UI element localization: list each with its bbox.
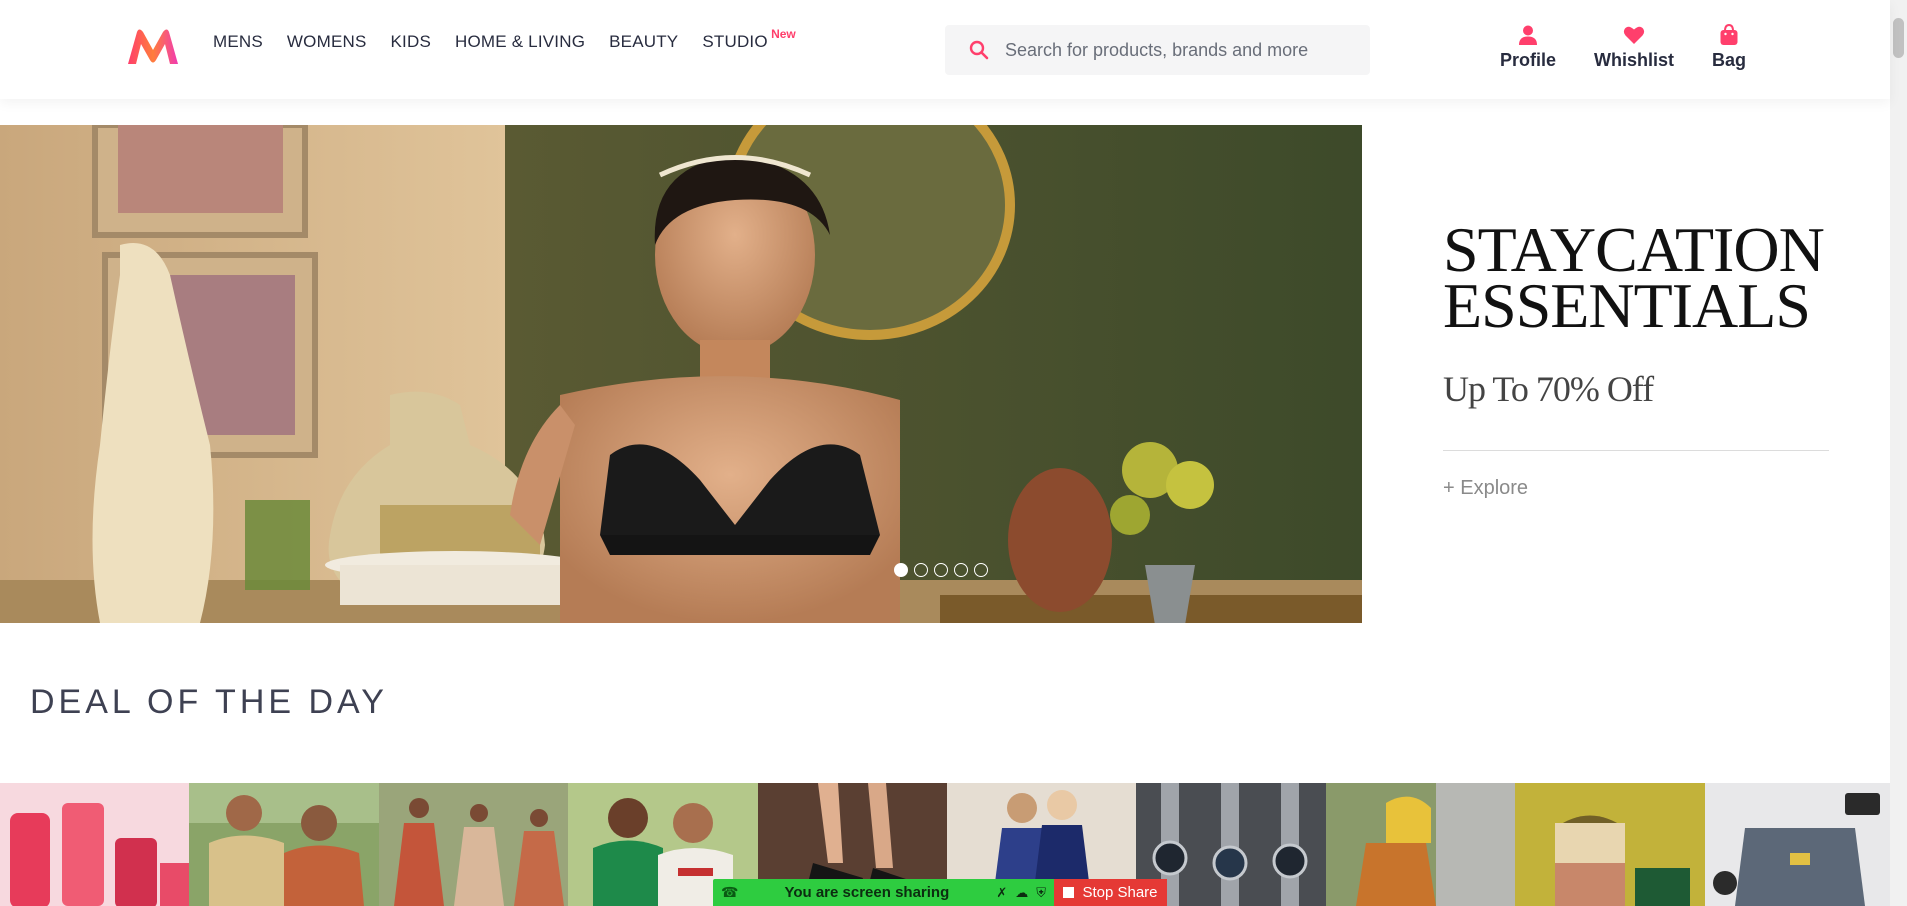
scrollbar-thumb[interactable] xyxy=(1893,18,1904,58)
ethnic-wear-tile[interactable] xyxy=(378,783,569,906)
mic-off-icon[interactable]: ✗ xyxy=(996,885,1007,901)
section-title-deal-of-the-day: DEAL OF THE DAY xyxy=(30,683,388,721)
nav-mens[interactable]: MENS xyxy=(213,30,263,54)
carousel-dot-1[interactable] xyxy=(894,563,908,577)
screen-share-bar: ☎ You are screen sharing ✗ ☁ ⛨ Stop Shar… xyxy=(713,879,1167,906)
hero-title-line2: ESSENTIALS xyxy=(1443,270,1811,341)
nav-beauty[interactable]: BEAUTY xyxy=(609,30,678,54)
phone-icon: ☎ xyxy=(721,884,739,900)
bag-button[interactable]: Bag xyxy=(1712,24,1746,71)
share-status-icons: ✗ ☁ ⛨ xyxy=(996,885,1046,901)
heart-icon xyxy=(1623,26,1645,44)
stop-share-label: Stop Share xyxy=(1082,884,1158,901)
search-bar[interactable] xyxy=(945,25,1370,75)
header-actions: Profile Whishlist Bag xyxy=(1500,24,1784,71)
accessories-tile[interactable] xyxy=(1704,783,1890,906)
profile-button[interactable]: Profile xyxy=(1500,24,1556,71)
hero-promo: STAYCATION ESSENTIALS Up To 70% Off + Ex… xyxy=(1443,218,1829,500)
mens-shirts-tile[interactable] xyxy=(189,783,379,906)
nav-womens[interactable]: WOMENS xyxy=(287,30,367,54)
nav-home-living[interactable]: HOME & LIVING xyxy=(455,30,585,54)
nav-studio[interactable]: STUDIO New xyxy=(702,27,795,54)
wishlist-button[interactable]: Whishlist xyxy=(1594,24,1674,71)
screen-share-status: ☎ You are screen sharing ✗ ☁ ⛨ xyxy=(713,879,1054,906)
page-scrollbar[interactable] xyxy=(1890,0,1907,906)
nav-kids[interactable]: KIDS xyxy=(391,30,431,54)
bag-label: Bag xyxy=(1712,50,1747,70)
screen-share-text: You are screen sharing xyxy=(784,884,950,901)
hero-banner-image[interactable] xyxy=(0,125,1362,623)
top-header: MENS WOMENS KIDS HOME & LIVING BEAUTY ST… xyxy=(0,0,1890,99)
profile-icon xyxy=(1519,25,1537,45)
carousel-dot-4[interactable] xyxy=(954,563,968,577)
main-nav: MENS WOMENS KIDS HOME & LIVING BEAUTY ST… xyxy=(213,27,796,54)
search-input[interactable] xyxy=(1005,39,1365,61)
bag-icon xyxy=(1720,24,1738,45)
search-icon xyxy=(969,40,989,60)
profile-label: Profile xyxy=(1500,50,1557,70)
bags-tile[interactable] xyxy=(1515,783,1705,906)
cloud-icon[interactable]: ☁ xyxy=(1015,885,1028,901)
new-badge: New xyxy=(771,27,796,41)
carousel-dot-2[interactable] xyxy=(914,563,928,577)
stop-icon xyxy=(1063,887,1075,898)
shield-icon[interactable]: ⛨ xyxy=(1036,885,1046,901)
nav-studio-label: STUDIO xyxy=(702,32,768,51)
hero-title: STAYCATION ESSENTIALS xyxy=(1443,218,1829,341)
body-care-tile[interactable] xyxy=(0,783,190,906)
carousel-dot-5[interactable] xyxy=(974,563,988,577)
wishlist-label: Whishlist xyxy=(1594,50,1675,70)
myntra-logo-icon[interactable] xyxy=(126,28,180,66)
explore-link[interactable]: + Explore xyxy=(1443,477,1528,500)
hero-divider xyxy=(1443,450,1829,451)
stop-share-button[interactable]: Stop Share xyxy=(1054,879,1167,906)
carousel-dots xyxy=(894,563,988,577)
hero-subtitle: Up To 70% Off xyxy=(1443,369,1654,409)
carousel-dot-3[interactable] xyxy=(934,563,948,577)
handbags-tile[interactable] xyxy=(1325,783,1516,906)
